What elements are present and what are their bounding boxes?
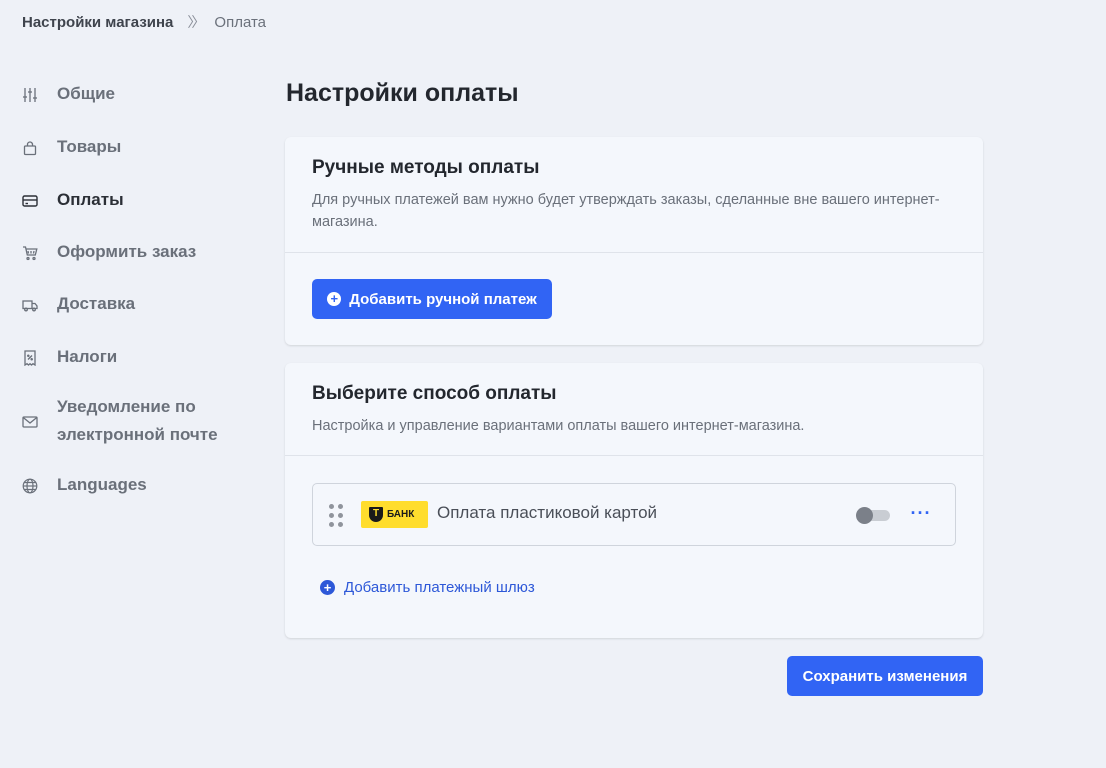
divider (285, 455, 983, 456)
sidebar-item-email-notifications[interactable]: Уведомление по электронной почте (20, 393, 230, 449)
card-title: Выберите способ оплаты (312, 383, 557, 404)
bank-logo: Т БАНК (361, 501, 428, 528)
sidebar-item-label: Оформить заказ (57, 242, 197, 261)
sidebar-item-label: Уведомление по электронной почте (57, 397, 218, 444)
bank-logo-text: БАНК (387, 509, 415, 520)
add-payment-gateway-link[interactable]: + Добавить платежный шлюз (320, 579, 535, 596)
sidebar-item-label: Languages (57, 475, 147, 494)
bank-shield-logo-icon: Т (369, 507, 383, 522)
sidebar-item-languages[interactable]: Languages (20, 471, 147, 499)
payment-method-name: Оплата пластиковой картой (437, 503, 658, 522)
receipt-icon (20, 348, 40, 368)
card-description: Для ручных платежей вам нужно будет утве… (312, 192, 940, 230)
breadcrumb-current: Оплата (214, 13, 267, 31)
page-title: Настройки оплаты (286, 79, 519, 107)
save-changes-button[interactable]: Сохранить изменения (787, 656, 983, 696)
sidebar-item-products[interactable]: Товары (20, 133, 121, 161)
payment-method-row: Т БАНК Оплата пластиковой картой ··· (312, 483, 956, 546)
breadcrumb: Настройки магазина 〉〉 Оплата (22, 12, 266, 32)
payment-methods-card: Выберите способ оплаты Настройка и управ… (285, 363, 983, 638)
sidebar-item-taxes[interactable]: Налоги (20, 343, 117, 371)
sidebar-item-label: Доставка (57, 294, 136, 313)
sidebar-item-delivery[interactable]: Доставка (20, 290, 135, 318)
mail-icon (20, 412, 40, 432)
button-label: Добавить ручной платеж (349, 290, 537, 308)
manual-payments-card: Ручные методы оплаты Для ручных платежей… (285, 137, 983, 345)
cart-icon (20, 243, 40, 263)
sliders-icon (20, 85, 40, 105)
breadcrumb-store-settings[interactable]: Настройки магазина (22, 14, 173, 31)
plus-circle-icon: + (327, 292, 342, 306)
payment-method-toggle[interactable] (856, 507, 890, 524)
link-label: Добавить платежный шлюз (344, 579, 535, 596)
sidebar-item-payments[interactable]: Оплаты (20, 186, 124, 214)
breadcrumb-separator-icon: 〉〉 (187, 14, 205, 30)
card-description: Настройка и управление вариантами оплаты… (312, 418, 805, 434)
sidebar-item-checkout[interactable]: Оформить заказ (20, 238, 196, 266)
sidebar-item-label: Товары (57, 137, 122, 156)
plus-circle-icon: + (320, 580, 335, 595)
credit-card-icon (20, 191, 40, 211)
add-manual-payment-button[interactable]: + Добавить ручной платеж (312, 279, 552, 319)
globe-icon (20, 476, 40, 496)
sidebar-item-general[interactable]: Общие (20, 80, 115, 108)
more-options-icon[interactable]: ··· (909, 502, 933, 526)
divider (285, 252, 983, 253)
sidebar-item-label: Общие (57, 84, 115, 103)
sidebar-item-label: Налоги (57, 347, 118, 366)
shopping-bag-icon (20, 138, 40, 158)
drag-handle-icon[interactable] (329, 504, 343, 527)
sidebar-item-label: Оплаты (57, 190, 124, 209)
truck-icon (20, 295, 40, 315)
card-title: Ручные методы оплаты (312, 157, 540, 178)
toggle-knob (856, 507, 873, 524)
